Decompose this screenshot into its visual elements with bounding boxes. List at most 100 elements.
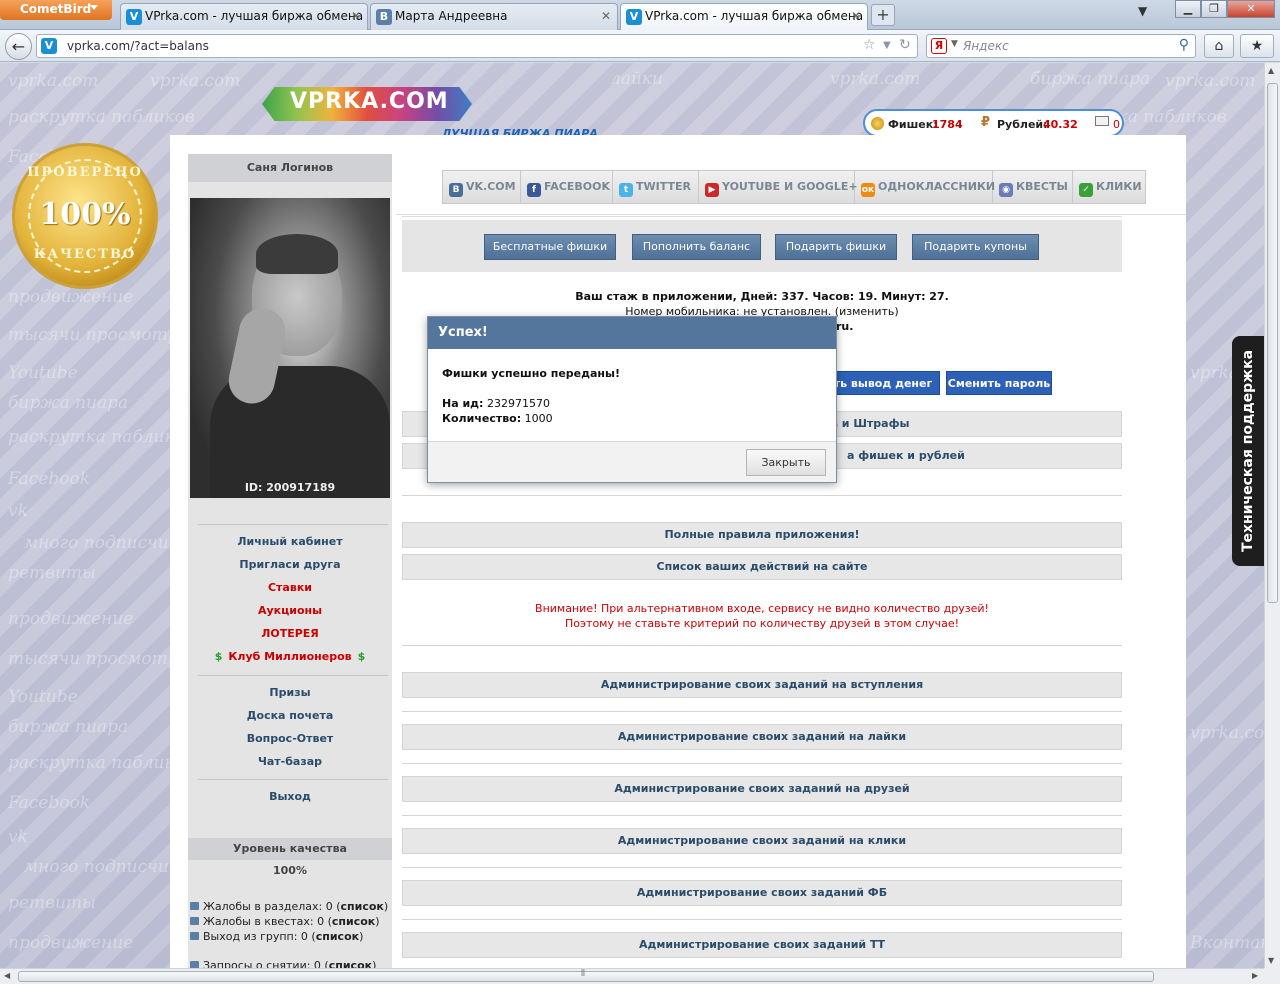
sidebar-item-cabinet[interactable]: Личный кабинет: [188, 535, 392, 548]
close-window-button[interactable]: ✕: [1227, 0, 1275, 18]
sidebar-item-invite[interactable]: Пригласи друга: [188, 558, 392, 571]
tab-odnoklassniki[interactable]: ок ОДНОКЛАССНИКИ: [855, 171, 995, 203]
sidebar-item-auctions[interactable]: Аукционы: [188, 604, 392, 617]
divider: [402, 867, 1122, 868]
avatar[interactable]: ID: 200917189: [190, 198, 390, 498]
sidebar-item-millionaires[interactable]: $ Клуб Миллионеров $: [188, 650, 392, 663]
admin-section-joins[interactable]: Администрирование своих заданий на вступ…: [402, 672, 1122, 698]
rubles-value: 40.32: [1043, 118, 1078, 131]
app-menu-button[interactable]: CometBird: [0, 0, 112, 20]
stat-list-link[interactable]: список: [341, 900, 384, 913]
comment-icon: [190, 902, 199, 910]
url-history-dropdown-icon[interactable]: ▼: [883, 40, 891, 51]
background-word: лайки: [610, 69, 664, 89]
quantity-label: Количество:: [442, 412, 522, 425]
stat-list-link[interactable]: список: [316, 930, 359, 943]
sidebar-item-prizes[interactable]: Призы: [188, 686, 392, 699]
stat-list-link[interactable]: список: [329, 959, 372, 968]
url-bar[interactable]: V vprka.com/?act=balans ☆ ▼ ↻: [36, 34, 918, 58]
platform-tabs: B VK.COM f FACEBOOK t TWITTER ▶ YOUTUBE И GO…: [442, 170, 1146, 204]
horizontal-scroll-thumb[interactable]: ⦀: [18, 969, 1154, 982]
sidebar-item-logout[interactable]: Выход: [188, 790, 392, 803]
dialog-message: Фишки успешно переданы!: [442, 367, 620, 380]
search-input[interactable]: Яндекс: [963, 39, 1009, 53]
vertical-scroll-thumb[interactable]: [1267, 83, 1278, 603]
tab-clicks[interactable]: ✓ КЛИКИ: [1073, 171, 1147, 203]
background-word: продвижение: [8, 287, 134, 307]
minimize-button[interactable]: ▁: [1175, 0, 1201, 18]
browser-tab-2[interactable]: B Марта Андреевна ✕: [370, 3, 618, 30]
section-rules[interactable]: Полные правила приложения!: [402, 522, 1122, 548]
maximize-button[interactable]: ❐: [1201, 0, 1227, 18]
sidebar-item-lottery[interactable]: ЛОТЕРЕЯ: [188, 627, 392, 640]
home-button[interactable]: ⌂: [1204, 34, 1234, 58]
vk-favicon-icon: B: [376, 9, 392, 25]
tab-twitter[interactable]: t TWITTER: [613, 171, 699, 203]
close-button[interactable]: Закрыть: [746, 449, 826, 476]
free-chips-button[interactable]: Бесплатные фишки: [484, 234, 616, 260]
close-tab-icon[interactable]: ✕: [351, 9, 361, 23]
dialog-title: Успех!: [428, 317, 836, 349]
stat-tail: ): [359, 930, 364, 943]
browser-tab-1[interactable]: V VPrka.com - лучшая биржа обмена ... ✕: [120, 3, 368, 30]
horizontal-scrollbar[interactable]: ◀ ⦀ ▶: [0, 968, 1264, 984]
browser-tab-3[interactable]: V VPrka.com - лучшая биржа обмена ... ✕: [620, 3, 868, 31]
tab-quests[interactable]: ◉ КВЕСТЫ: [993, 171, 1073, 203]
close-tab-icon[interactable]: ✕: [601, 9, 611, 23]
url-text[interactable]: vprka.com/?act=balans: [67, 39, 209, 53]
sidebar-item-bets[interactable]: Ставки: [188, 581, 392, 594]
background-word: vk: [8, 827, 28, 847]
user-name[interactable]: Саня Логинов: [188, 154, 392, 182]
background-word: vprka.com: [150, 71, 241, 91]
section-actions-list[interactable]: Список ваших действий на сайте: [402, 554, 1122, 580]
divider: [402, 495, 1122, 496]
admin-section-likes[interactable]: Администрирование своих заданий на лайки: [402, 724, 1122, 750]
scroll-down-icon[interactable]: ▼: [1268, 956, 1274, 965]
search-engine-dropdown-icon[interactable]: ▼: [951, 39, 958, 49]
background-word: Youtube: [8, 687, 78, 707]
bookmark-star-icon[interactable]: ☆: [863, 37, 876, 53]
site-identity-icon[interactable]: V: [41, 38, 57, 54]
tab-vk[interactable]: B VK.COM: [443, 171, 521, 203]
admin-section-facebook[interactable]: Администрирование своих заданий ФБ: [402, 880, 1122, 906]
stat-list-link[interactable]: список: [332, 915, 375, 928]
vertical-scrollbar[interactable]: ▲ ▼: [1264, 63, 1280, 968]
bookmarks-button[interactable]: ★: [1240, 34, 1274, 58]
tab-facebook[interactable]: f FACEBOOK: [521, 171, 613, 203]
mail-count[interactable]: 0: [1113, 118, 1120, 131]
tab-label: КЛИКИ: [1096, 180, 1142, 193]
top-up-balance-button[interactable]: Пополнить баланс: [632, 234, 761, 260]
section-label: а фишек и рублей: [847, 449, 965, 462]
scroll-right-icon[interactable]: ▶: [1252, 971, 1258, 980]
reload-icon[interactable]: ↻: [899, 37, 911, 53]
gift-chips-button[interactable]: Подарить фишки: [775, 234, 897, 260]
section-label: в и Штрафы: [831, 417, 910, 430]
admin-section-clicks[interactable]: Администрирование своих заданий на клики: [402, 828, 1122, 854]
site-logo[interactable]: VPRKA.COM ЛУЧШАЯ БИРЖА ПИАРА: [262, 81, 598, 140]
scroll-left-icon[interactable]: ◀: [4, 971, 10, 980]
recipient-id-label: На ид:: [442, 397, 484, 410]
quality-seal: ПРОВЕРЕНО 100% КАЧЕСТВО: [12, 143, 158, 289]
close-tab-icon[interactable]: ✕: [851, 9, 861, 23]
admin-section-twitter[interactable]: Администрирование своих заданий ТТ: [402, 932, 1122, 958]
admin-section-friends[interactable]: Администрирование своих заданий на друзе…: [402, 776, 1122, 802]
change-password-button[interactable]: Сменить пароль: [946, 371, 1052, 395]
sidebar-item-honor-board[interactable]: Доска почета: [188, 709, 392, 722]
divider: [402, 216, 1122, 217]
yandex-icon[interactable]: Я: [931, 38, 947, 54]
quality-heading: Уровень качества: [188, 838, 392, 860]
new-tab-button[interactable]: +: [871, 4, 895, 26]
tab-list-icon[interactable]: ▼: [1138, 4, 1147, 18]
tab-youtube[interactable]: ▶ YOUTUBE И GOOGLE+: [699, 171, 858, 203]
scroll-up-icon[interactable]: ▲: [1268, 66, 1274, 75]
mail-icon[interactable]: [1095, 116, 1109, 126]
search-bar[interactable]: Я ▼ Яндекс ⚲: [926, 34, 1196, 58]
background-word: Вконтакте: [1190, 933, 1264, 953]
back-button[interactable]: ←: [5, 33, 32, 60]
sidebar-item-faq[interactable]: Вопрос-Ответ: [188, 732, 392, 745]
support-tab[interactable]: Техническая поддержка: [1232, 336, 1264, 566]
sidebar-item-chat[interactable]: Чат-базар: [188, 755, 392, 768]
gift-coupons-button[interactable]: Подарить купоны: [912, 234, 1039, 260]
search-icon[interactable]: ⚲: [1179, 37, 1189, 53]
withdraw-money-button[interactable]: ть вывод денег: [826, 371, 940, 395]
